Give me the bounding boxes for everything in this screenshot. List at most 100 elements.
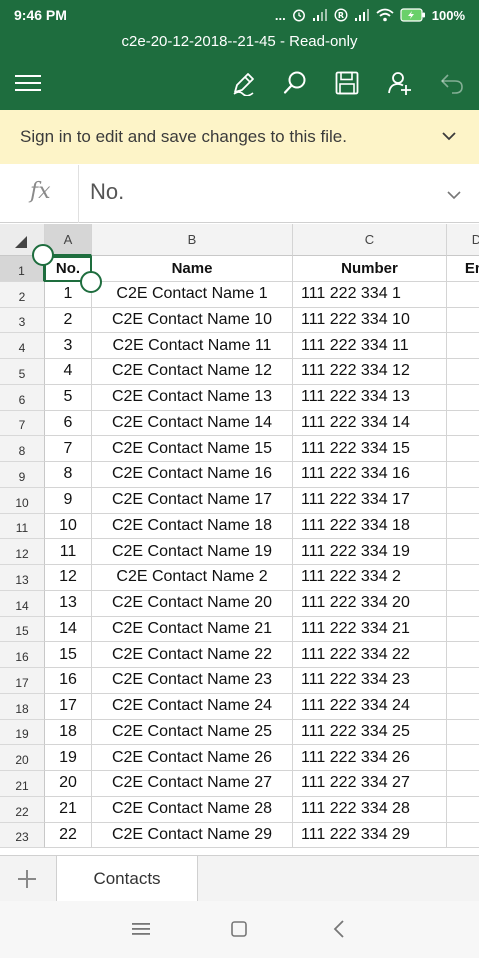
cell-d[interactable] (447, 617, 479, 643)
cell-d[interactable] (447, 333, 479, 359)
cell-name[interactable]: C2E Contact Name 21 (92, 616, 293, 643)
expand-formula-icon[interactable] (447, 190, 461, 200)
cell-no[interactable]: 20 (45, 771, 92, 797)
cell-d[interactable] (447, 385, 479, 411)
recent-apps-icon[interactable] (132, 922, 150, 936)
row-header[interactable]: 19 (0, 719, 45, 746)
cell-no[interactable]: 11 (45, 539, 92, 565)
search-button[interactable] (273, 56, 317, 110)
row-header[interactable]: 22 (0, 796, 45, 823)
cell-name[interactable]: C2E Contact Name 24 (92, 693, 293, 720)
column-header-b[interactable]: B (92, 224, 293, 256)
cell-d[interactable] (447, 436, 479, 462)
cell-no[interactable]: 9 (45, 487, 92, 514)
undo-button[interactable] (430, 56, 474, 110)
cell-no[interactable]: 14 (45, 616, 92, 643)
cell-name[interactable]: C2E Contact Name 13 (92, 384, 293, 411)
cell-name[interactable]: C2E Contact Name 14 (92, 410, 293, 437)
cell-number[interactable]: 111 222 334 14 (293, 410, 447, 437)
cell-number[interactable]: Number (293, 256, 447, 282)
cell-no[interactable]: 15 (45, 642, 92, 668)
cell-number[interactable]: 111 222 334 23 (293, 668, 447, 694)
row-header[interactable]: 14 (0, 590, 45, 617)
cell-name[interactable]: C2E Contact Name 2 (92, 565, 293, 591)
cell-d[interactable] (447, 565, 479, 591)
cell-d[interactable] (447, 488, 479, 514)
cell-no[interactable]: 8 (45, 462, 92, 488)
cell-no[interactable]: 21 (45, 796, 92, 823)
chevron-down-icon[interactable] (441, 128, 457, 144)
cell-name[interactable]: C2E Contact Name 20 (92, 590, 293, 617)
cell-d[interactable] (447, 462, 479, 488)
share-button[interactable] (378, 56, 422, 110)
cell-number[interactable]: 111 222 334 28 (293, 796, 447, 823)
cell-number[interactable]: 111 222 334 19 (293, 539, 447, 565)
cell-name[interactable]: C2E Contact Name 25 (92, 719, 293, 746)
cell-d[interactable] (447, 282, 479, 308)
row-header[interactable]: 17 (0, 668, 45, 694)
row-header[interactable]: 23 (0, 822, 45, 849)
row-header[interactable]: 2 (0, 281, 45, 308)
cell-d[interactable] (447, 308, 479, 334)
cell-name[interactable]: C2E Contact Name 16 (92, 462, 293, 488)
cell-number[interactable]: 111 222 334 29 (293, 822, 447, 849)
column-header-d[interactable]: D (447, 224, 479, 256)
row-header[interactable]: 10 (0, 487, 45, 514)
cell-d[interactable] (447, 720, 479, 746)
cell-d[interactable] (447, 411, 479, 437)
cell-no[interactable]: 3 (45, 333, 92, 359)
cell-no[interactable]: 18 (45, 719, 92, 746)
row-header[interactable]: 4 (0, 333, 45, 359)
cell-no[interactable]: 6 (45, 410, 92, 437)
row-header[interactable]: 7 (0, 410, 45, 437)
cell-d[interactable] (447, 668, 479, 694)
column-header-c[interactable]: C (293, 224, 447, 256)
cell-name[interactable]: C2E Contact Name 12 (92, 359, 293, 385)
row-header[interactable]: 13 (0, 565, 45, 591)
row-header[interactable]: 18 (0, 693, 45, 720)
back-icon[interactable] (333, 920, 345, 938)
sign-in-banner[interactable]: Sign in to edit and save changes to this… (0, 110, 479, 164)
cell-no[interactable]: 10 (45, 513, 92, 540)
cell-name[interactable]: C2E Contact Name 10 (92, 307, 293, 334)
cell-no[interactable]: 13 (45, 590, 92, 617)
cell-name[interactable]: C2E Contact Name 23 (92, 668, 293, 694)
row-header[interactable]: 6 (0, 384, 45, 411)
cell-number[interactable]: 111 222 334 20 (293, 590, 447, 617)
cell-no[interactable]: 7 (45, 436, 92, 462)
cell-name[interactable]: C2E Contact Name 26 (92, 745, 293, 771)
row-header[interactable]: 20 (0, 745, 45, 771)
row-header[interactable]: 9 (0, 462, 45, 488)
cell-number[interactable]: 111 222 334 26 (293, 745, 447, 771)
cell-number[interactable]: 111 222 334 21 (293, 616, 447, 643)
row-header[interactable]: 15 (0, 616, 45, 643)
cell-name[interactable]: C2E Contact Name 17 (92, 487, 293, 514)
cell-d[interactable] (447, 359, 479, 385)
cell-d[interactable] (447, 745, 479, 771)
cell-no[interactable]: 22 (45, 822, 92, 849)
cell-d[interactable] (447, 771, 479, 797)
spreadsheet-grid[interactable]: ABCD1No.NameNumberEm21C2E Contact Name 1… (0, 224, 479, 855)
cell-d[interactable] (447, 642, 479, 668)
cell-number[interactable]: 111 222 334 16 (293, 462, 447, 488)
cell-number[interactable]: 111 222 334 22 (293, 642, 447, 668)
selection-handle-start[interactable] (32, 244, 54, 266)
cell-name[interactable]: C2E Contact Name 1 (92, 281, 293, 308)
cell-d[interactable] (447, 539, 479, 565)
cell-name[interactable]: Name (92, 256, 293, 282)
cell-no[interactable]: 12 (45, 565, 92, 591)
cell-number[interactable]: 111 222 334 25 (293, 719, 447, 746)
cell-d[interactable] (447, 797, 479, 823)
cell-d[interactable] (447, 591, 479, 617)
row-header[interactable]: 21 (0, 771, 45, 797)
cell-name[interactable]: C2E Contact Name 29 (92, 822, 293, 849)
row-header[interactable]: 8 (0, 436, 45, 462)
cell-number[interactable]: 111 222 334 17 (293, 487, 447, 514)
cell-d[interactable] (447, 514, 479, 540)
cell-name[interactable]: C2E Contact Name 22 (92, 642, 293, 668)
cell-d[interactable] (447, 694, 479, 720)
formula-input[interactable]: No. (90, 179, 124, 205)
cell-number[interactable]: 111 222 334 12 (293, 359, 447, 385)
cell-no[interactable]: 17 (45, 693, 92, 720)
cell-no[interactable]: 2 (45, 307, 92, 334)
